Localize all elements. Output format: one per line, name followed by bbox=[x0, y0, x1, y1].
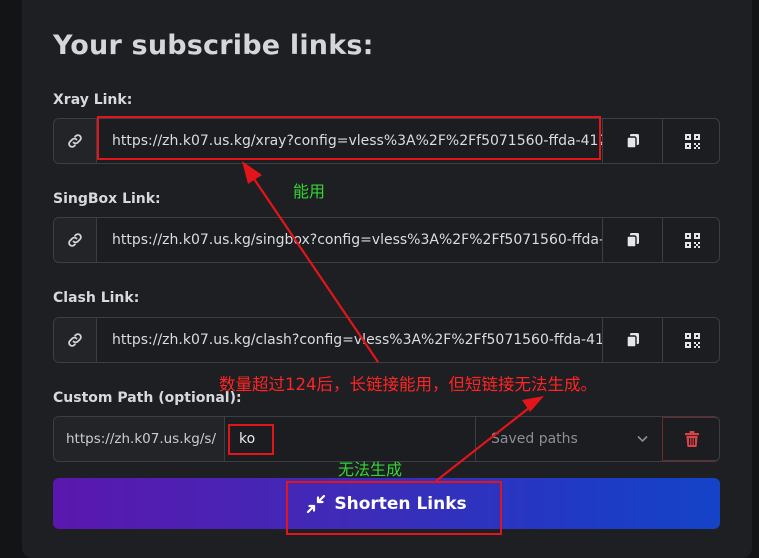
saved-paths-select[interactable]: Saved paths bbox=[476, 417, 662, 461]
chevron-down-icon bbox=[637, 435, 648, 443]
annotation-explanation-note: 数量超过124后，长链接能用，但短链接无法生成。 bbox=[219, 375, 597, 394]
xray-link-label: Xray Link: bbox=[53, 92, 133, 108]
annotation-fails-note: 无法生成 bbox=[338, 460, 403, 479]
shorten-links-label: Shorten Links bbox=[334, 493, 467, 514]
qr-code-icon bbox=[684, 133, 700, 149]
clash-link-group: https://zh.k07.us.kg/clash?config=vless%… bbox=[53, 317, 720, 363]
clash-link-label: Clash Link: bbox=[53, 290, 140, 306]
xray-link-group: https://zh.k07.us.kg/xray?config=vless%3… bbox=[53, 118, 720, 164]
copy-icon bbox=[625, 233, 639, 248]
clash-qr-button[interactable] bbox=[662, 318, 719, 362]
trash-icon bbox=[684, 431, 699, 447]
link-icon bbox=[54, 218, 97, 262]
singbox-link-group: https://zh.k07.us.kg/singbox?config=vles… bbox=[53, 217, 720, 263]
xray-qr-button[interactable] bbox=[662, 119, 719, 163]
delete-path-button[interactable] bbox=[662, 417, 719, 461]
custom-path-label: Custom Path (optional): bbox=[53, 390, 242, 406]
shorten-links-button[interactable]: Shorten Links bbox=[53, 478, 720, 529]
clash-link-input[interactable]: https://zh.k07.us.kg/clash?config=vless%… bbox=[97, 318, 602, 362]
qr-code-icon bbox=[684, 232, 700, 248]
xray-copy-button[interactable] bbox=[602, 119, 662, 163]
custom-path-prefix: https://zh.k07.us.kg/s/ bbox=[54, 417, 225, 461]
copy-icon bbox=[625, 333, 639, 348]
compress-arrows-icon bbox=[307, 494, 326, 513]
link-icon bbox=[54, 318, 97, 362]
page-title: Your subscribe links: bbox=[53, 30, 374, 61]
singbox-copy-button[interactable] bbox=[602, 218, 662, 262]
qr-code-icon bbox=[684, 332, 700, 348]
singbox-link-label: SingBox Link: bbox=[53, 191, 161, 207]
annotation-works-note: 能用 bbox=[293, 182, 326, 201]
saved-paths-placeholder: Saved paths bbox=[491, 431, 578, 447]
singbox-qr-button[interactable] bbox=[662, 218, 719, 262]
link-icon bbox=[54, 119, 97, 163]
singbox-link-input[interactable]: https://zh.k07.us.kg/singbox?config=vles… bbox=[97, 218, 602, 262]
copy-icon bbox=[625, 134, 639, 149]
custom-path-input[interactable]: ko bbox=[225, 417, 476, 461]
xray-link-input[interactable]: https://zh.k07.us.kg/xray?config=vless%3… bbox=[97, 119, 602, 163]
clash-copy-button[interactable] bbox=[602, 318, 662, 362]
